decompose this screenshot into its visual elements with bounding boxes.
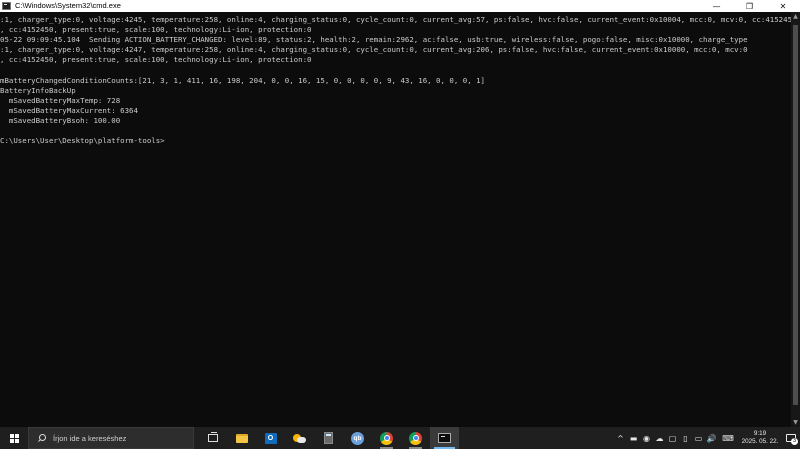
minimize-button[interactable]: — — [700, 0, 733, 12]
folder-icon — [235, 433, 248, 443]
console-line: mSavedBatteryMaxCurrent: 6364 — [0, 105, 138, 115]
task-view-button[interactable] — [198, 427, 227, 449]
task-view-icon — [207, 432, 218, 442]
scroll-down-arrow-icon[interactable]: ▼ — [791, 418, 800, 427]
window-title: C:\Windows\System32\cmd.exe — [15, 1, 121, 10]
scroll-up-arrow-icon[interactable]: ▲ — [791, 12, 800, 21]
taskbar: Írjon ide a kereséshez O qb ^ ▬ ◉ ☁ ▢ ▯ … — [0, 427, 800, 449]
clock[interactable]: 9:19 2025. 05. 22. — [738, 427, 782, 449]
volume-icon[interactable]: 🔊 — [705, 427, 718, 449]
window-titlebar[interactable]: C:\Windows\System32\cmd.exe — ❐ ✕ — [0, 0, 800, 12]
outlook-icon: O — [264, 432, 277, 444]
weather-button[interactable] — [285, 427, 314, 449]
console-scrollbar[interactable]: ▲ ▼ — [791, 12, 800, 427]
console-prompt: C:\Users\User\Desktop\platform-tools> — [0, 136, 165, 146]
windows-logo-icon — [9, 433, 19, 443]
console-line: :1, charger_type:0, voltage:4245, temper… — [0, 15, 791, 24]
chrome-button[interactable] — [372, 427, 401, 449]
console-output[interactable]: :1, charger_type:0, voltage:4245, temper… — [0, 12, 791, 427]
notification-center-button[interactable]: 3 — [782, 427, 800, 449]
console-line: mBatteryChangedConditionCounts:[21, 3, 1… — [0, 75, 485, 85]
camera-icon[interactable]: ▬ — [627, 427, 640, 449]
console-line: , cc:4152450, present:true, scale:100, t… — [0, 25, 312, 35]
search-icon — [37, 433, 46, 443]
chevron-up-icon[interactable]: ^ — [614, 427, 627, 449]
console-line: mSavedBatteryMaxTemp: 728 — [0, 95, 121, 105]
terminal-icon — [438, 433, 451, 443]
clock-date: 2025. 05. 22. — [741, 438, 779, 445]
chrome-profile-button[interactable] — [401, 427, 430, 449]
taskbar-apps: O qb — [198, 427, 459, 449]
notification-count-badge: 3 — [791, 438, 798, 445]
calculator-icon — [324, 432, 333, 444]
network-icon[interactable]: ▭ — [692, 427, 705, 449]
console-line: mSavedBatteryBsoh: 100.00 — [0, 115, 121, 125]
console-line: :1, charger_type:0, voltage:4247, temper… — [0, 45, 748, 55]
cmd-taskbar-button[interactable] — [430, 427, 459, 449]
console-line: , cc:4152450, present:true, scale:100, t… — [0, 55, 312, 65]
phone-icon[interactable]: ▯ — [679, 427, 692, 449]
window-controls: — ❐ ✕ — [700, 0, 800, 12]
chrome-icon — [380, 431, 393, 445]
maximize-button[interactable]: ❐ — [733, 0, 766, 12]
start-button[interactable] — [0, 427, 28, 449]
onedrive-icon[interactable]: ☁ — [653, 427, 666, 449]
search-placeholder: Írjon ide a kereséshez — [53, 433, 127, 443]
console-line: BatteryInfoBackUp — [0, 85, 76, 95]
taskbar-search[interactable]: Írjon ide a kereséshez — [28, 427, 194, 449]
qbittorrent-icon: qb — [351, 431, 364, 445]
keyboard-icon[interactable]: ⌨ — [718, 427, 738, 449]
system-tray: ^ ▬ ◉ ☁ ▢ ▯ ▭ 🔊 ⌨ 9:19 2025. 05. 22. 3 — [614, 427, 800, 449]
qbittorrent-button[interactable]: qb — [343, 427, 372, 449]
qbittorrent-tray-icon[interactable]: ◉ — [640, 427, 653, 449]
chrome-icon — [409, 431, 422, 445]
weather-icon — [293, 433, 306, 443]
cmd-app-icon — [2, 2, 11, 10]
calculator-button[interactable] — [314, 427, 343, 449]
clock-time: 9:19 — [753, 430, 767, 437]
outlook-button[interactable]: O — [256, 427, 285, 449]
close-button[interactable]: ✕ — [766, 0, 800, 12]
scrollbar-thumb[interactable] — [793, 25, 798, 405]
usb-device-icon[interactable]: ▢ — [666, 427, 679, 449]
file-explorer-button[interactable] — [227, 427, 256, 449]
console-line: 05-22 09:09:45.104 Sending ACTION_BATTER… — [0, 35, 748, 45]
